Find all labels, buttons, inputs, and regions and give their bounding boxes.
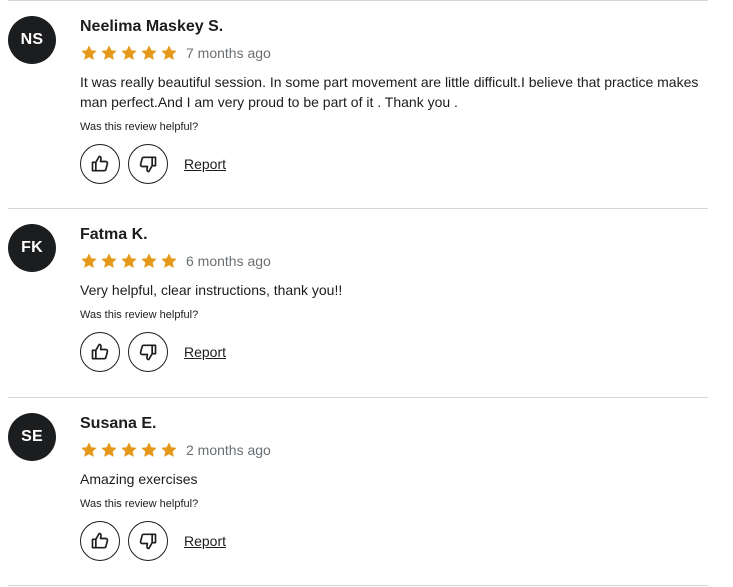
avatar: SE: [8, 413, 56, 461]
star-icon: [161, 442, 177, 457]
star-rating: [80, 44, 180, 62]
star-icon: [101, 45, 117, 60]
review-comment: Amazing exercises: [80, 471, 198, 487]
star-icon: [161, 253, 177, 268]
star-icon: [141, 442, 157, 457]
dislike-button[interactable]: [128, 521, 168, 561]
review-comment: Very helpful, clear instructions, thank …: [80, 282, 343, 298]
star-icon: [141, 253, 157, 268]
star-icon: [101, 253, 117, 268]
review-date: 2 months ago: [186, 442, 271, 458]
thumbs-up-icon: [91, 532, 109, 549]
review-item: SE Susana E. 2 months ago Amazing exerci…: [8, 398, 708, 586]
star-rating: [80, 252, 180, 270]
divider: [8, 585, 708, 586]
rating-row: 7 months ago: [80, 42, 271, 64]
review-actions: Report: [80, 144, 226, 184]
star-icon: [101, 442, 117, 457]
thumbs-up-icon: [91, 343, 109, 360]
star-icon: [81, 442, 97, 457]
avatar: NS: [8, 16, 56, 64]
review-actions: Report: [80, 332, 226, 372]
review-comment: It was really beautiful session. In some…: [80, 74, 699, 110]
rating-row: 2 months ago: [80, 439, 271, 461]
review-actions: Report: [80, 521, 226, 561]
avatar: FK: [8, 224, 56, 272]
dislike-button[interactable]: [128, 144, 168, 184]
rating-row: 6 months ago: [80, 250, 271, 272]
thumbs-down-icon: [139, 344, 157, 361]
thumbs-down-icon: [139, 156, 157, 173]
like-button[interactable]: [80, 144, 120, 184]
star-icon: [141, 45, 157, 60]
reviewer-name: Fatma K.: [80, 226, 148, 243]
star-icon: [81, 45, 97, 60]
report-link[interactable]: Report: [184, 533, 226, 549]
star-icon: [121, 253, 137, 268]
helpful-prompt: Was this review helpful?: [80, 121, 199, 133]
review-item: NS Neelima Maskey S. 7 months ago It was…: [8, 1, 708, 189]
helpful-prompt: Was this review helpful?: [80, 498, 199, 510]
like-button[interactable]: [80, 521, 120, 561]
star-icon: [121, 442, 137, 457]
report-link[interactable]: Report: [184, 344, 226, 360]
like-button[interactable]: [80, 332, 120, 372]
review-item: FK Fatma K. 6 months ago Very helpful, c…: [8, 209, 708, 397]
thumbs-up-icon: [91, 155, 109, 172]
star-icon: [81, 253, 97, 268]
helpful-prompt: Was this review helpful?: [80, 309, 199, 321]
thumbs-down-icon: [139, 533, 157, 550]
reviewer-name: Susana E.: [80, 415, 157, 432]
report-link[interactable]: Report: [184, 156, 226, 172]
review-date: 7 months ago: [186, 45, 271, 61]
dislike-button[interactable]: [128, 332, 168, 372]
star-icon: [121, 45, 137, 60]
review-date: 6 months ago: [186, 253, 271, 269]
star-icon: [161, 45, 177, 60]
reviewer-name: Neelima Maskey S.: [80, 18, 224, 35]
star-rating: [80, 441, 180, 459]
